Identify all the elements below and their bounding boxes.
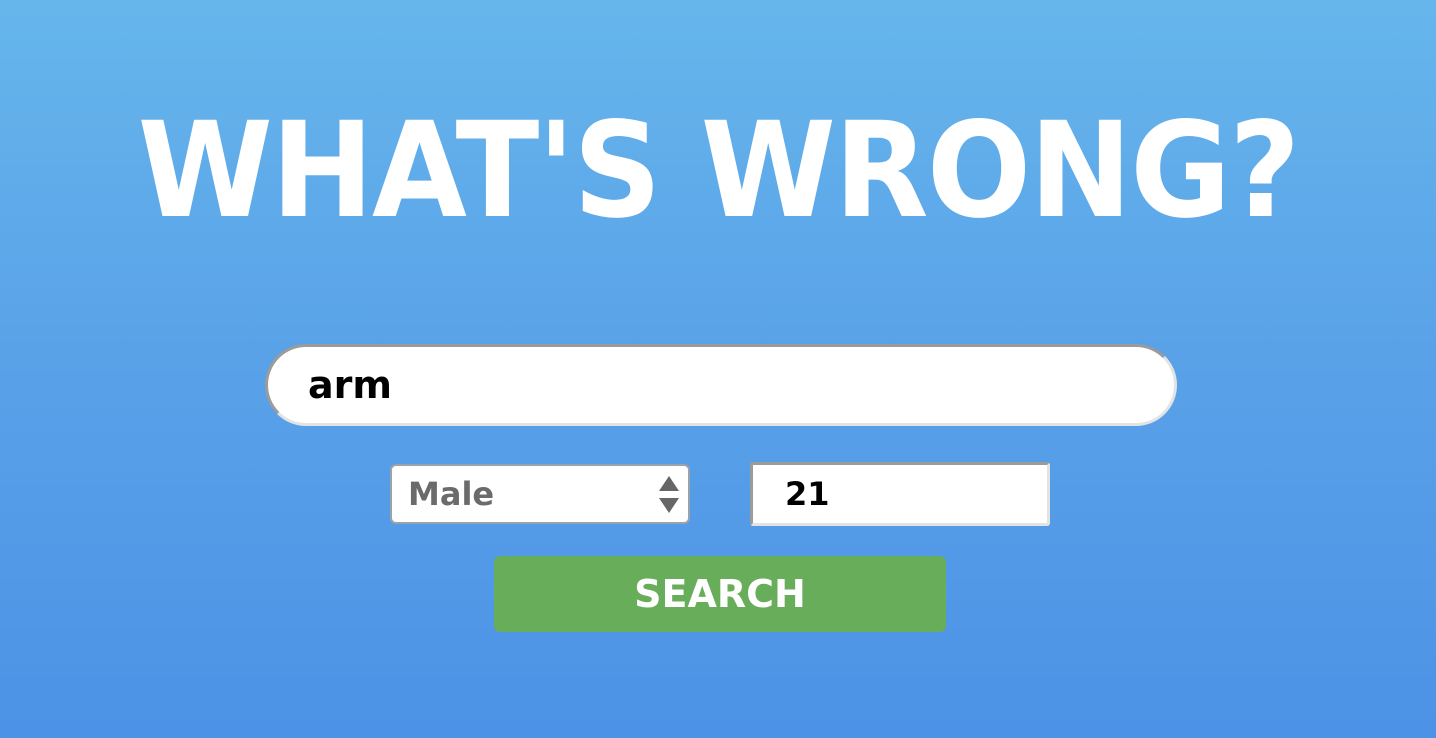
arrow-up-icon — [659, 476, 679, 491]
age-input[interactable]: 21 — [750, 462, 1050, 526]
gender-select[interactable]: Male — [390, 464, 690, 524]
gender-select-value: Male — [408, 475, 495, 513]
search-button-label: SEARCH — [634, 572, 806, 616]
up-down-arrows-icon — [658, 476, 680, 514]
symptom-search-input[interactable]: arm — [265, 344, 1177, 426]
page-title: WHAT'S WRONG? — [137, 94, 1301, 248]
symptom-search-value: arm — [308, 363, 392, 407]
arrow-down-icon — [659, 498, 679, 513]
age-input-value: 21 — [785, 475, 830, 513]
search-button[interactable]: SEARCH — [494, 556, 946, 632]
